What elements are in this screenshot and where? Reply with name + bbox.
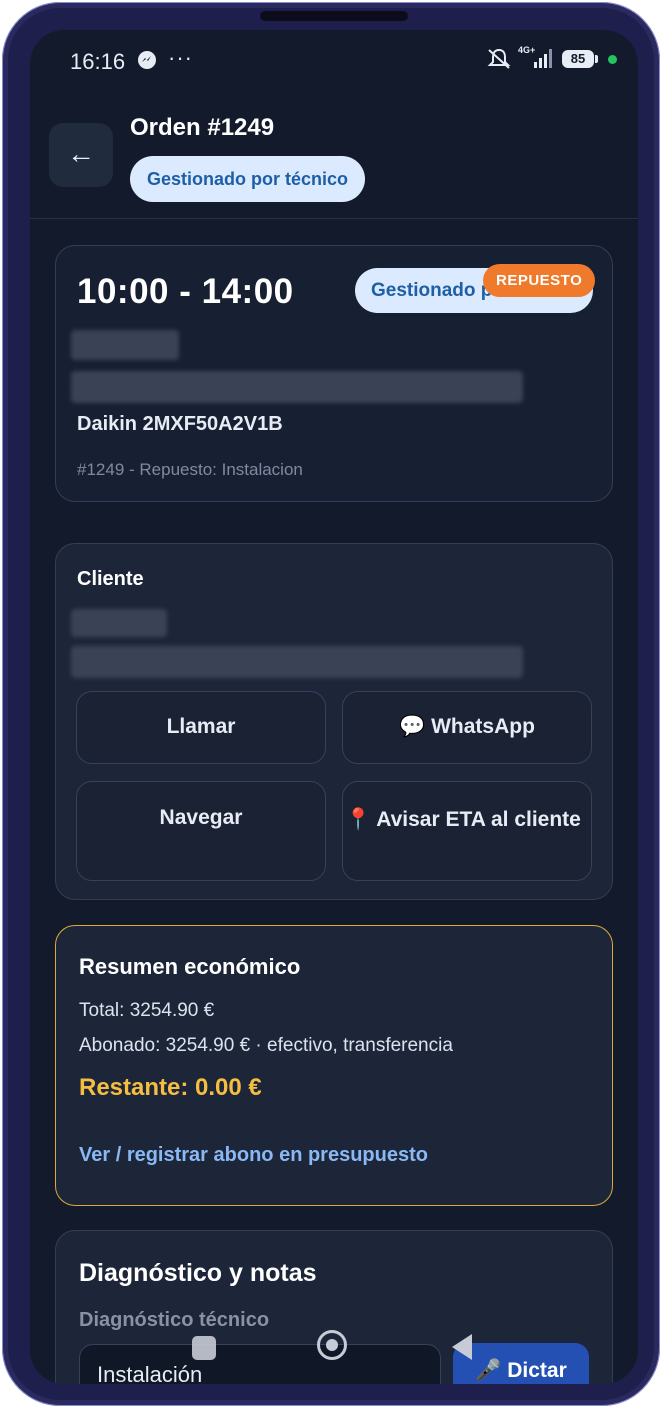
- summary-title: Resumen económico: [79, 954, 301, 979]
- redacted-name: [71, 330, 179, 360]
- battery-icon: 85: [562, 50, 594, 68]
- equipment-model: Daikin 2MXF50A2V1B: [77, 413, 283, 435]
- system-nav-bar: [30, 1320, 638, 1384]
- device-frame: 16:16 ··· 4G+ 85 ← Orden #1249 Gestionad…: [2, 2, 660, 1406]
- network-type: 4G+: [518, 45, 536, 55]
- device-notch: [260, 11, 408, 21]
- nav-recent-icon[interactable]: [192, 1336, 216, 1360]
- summary-total: Total: 3254.90 €: [79, 1000, 215, 1021]
- redacted-client-address: [71, 646, 523, 678]
- appointment-card[interactable]: 10:00 - 14:00 Gestionado por técnico REP…: [55, 245, 613, 502]
- whatsapp-button[interactable]: 💬 WhatsApp: [342, 691, 592, 764]
- summary-remaining: Restante: 0.00 €: [79, 1074, 262, 1101]
- status-bar: 16:16 ··· 4G+ 85: [30, 30, 638, 90]
- nav-back-icon[interactable]: [452, 1334, 472, 1360]
- back-button[interactable]: ←: [49, 123, 113, 187]
- client-section-label: Cliente: [77, 568, 144, 590]
- appointment-time-range: 10:00 - 14:00: [77, 272, 294, 311]
- signal-icon: [534, 48, 556, 73]
- order-meta: #1249 - Repuesto: Instalacion: [77, 460, 303, 479]
- page-header: ← Orden #1249 Gestionado por técnico: [30, 90, 638, 219]
- summary-paid: Abonado: 3254.90 € · efectivo, transfere…: [79, 1035, 453, 1056]
- diagnosis-title: Diagnóstico y notas: [79, 1259, 317, 1287]
- redacted-address: [71, 371, 523, 403]
- nav-home-icon[interactable]: [317, 1330, 347, 1360]
- status-badge: Gestionado por técnico: [130, 156, 366, 202]
- status-more-indicator: ···: [168, 45, 193, 70]
- battery-tip: [595, 55, 598, 63]
- app-screen: 16:16 ··· 4G+ 85 ← Orden #1249 Gestionad…: [30, 30, 638, 1384]
- back-arrow-icon: ←: [67, 138, 95, 169]
- privacy-indicator-dot: [608, 55, 617, 64]
- messenger-icon: [138, 51, 156, 69]
- page-title: Orden #1249: [130, 114, 275, 141]
- bell-muted-icon: [486, 47, 512, 76]
- redacted-client-name: [71, 609, 167, 637]
- register-payment-link[interactable]: Ver / registrar abono en presupuesto: [79, 1144, 428, 1167]
- call-button[interactable]: Llamar: [76, 691, 326, 764]
- status-time: 16:16: [70, 49, 126, 74]
- notify-eta-button[interactable]: 📍 Avisar ETA al cliente: [342, 781, 592, 881]
- repuesto-tag: REPUESTO: [483, 264, 596, 297]
- economic-summary-card: Resumen económico Total: 3254.90 € Abona…: [55, 925, 613, 1206]
- navigate-button[interactable]: Navegar: [76, 781, 326, 881]
- client-card: Cliente Llamar 💬 WhatsApp Navegar 📍 Avis…: [55, 543, 613, 900]
